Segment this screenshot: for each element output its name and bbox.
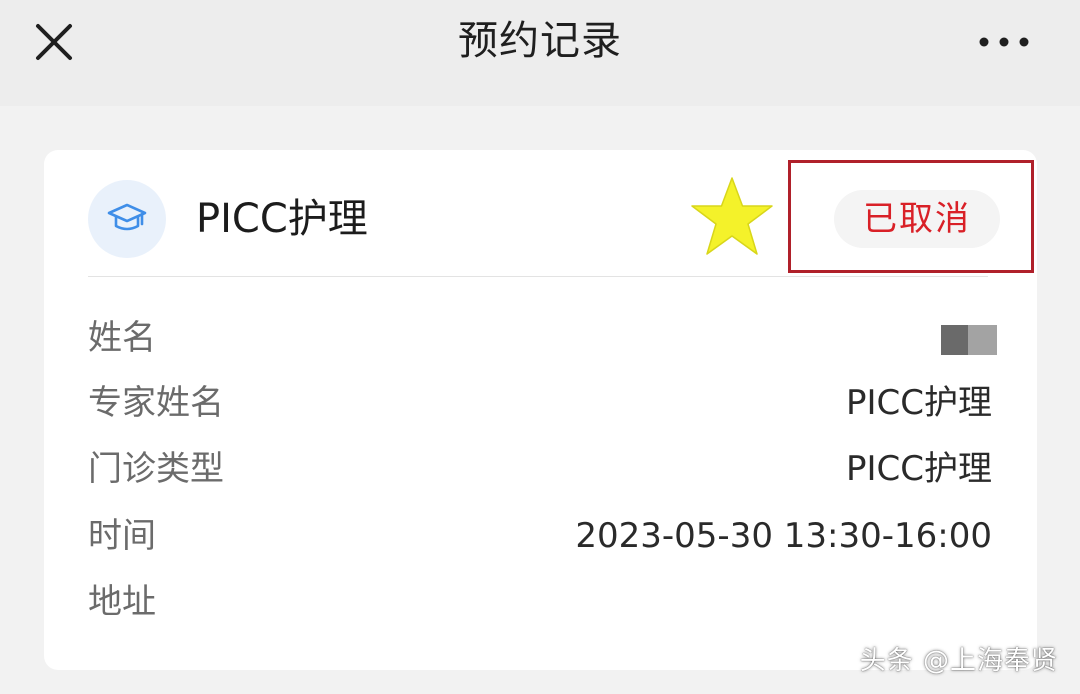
star-icon xyxy=(691,177,773,255)
name-value-masked xyxy=(941,325,997,355)
department-name: PICC护理 xyxy=(196,196,368,242)
expert-name-label: 专家姓名 xyxy=(88,383,224,423)
divider xyxy=(88,276,988,277)
graduation-cap-icon xyxy=(107,203,147,231)
expert-name-value: PICC护理 xyxy=(845,383,992,423)
top-bar: 预约记录 xyxy=(0,0,1080,106)
status-badge: 已取消 xyxy=(834,190,1000,248)
clinic-type-label: 门诊类型 xyxy=(88,449,224,489)
watermark: 头条 @上海奉贤 xyxy=(859,646,1058,676)
name-label: 姓名 xyxy=(88,318,156,358)
address-label: 地址 xyxy=(88,582,156,622)
page-title: 预约记录 xyxy=(458,18,622,64)
time-label: 时间 xyxy=(88,516,156,556)
more-button[interactable] xyxy=(974,26,1034,58)
time-value: 2023-05-30 13:30-16:00 xyxy=(575,516,992,556)
clinic-type-value: PICC护理 xyxy=(845,449,992,489)
more-icon xyxy=(979,37,1029,47)
department-avatar xyxy=(88,180,166,258)
